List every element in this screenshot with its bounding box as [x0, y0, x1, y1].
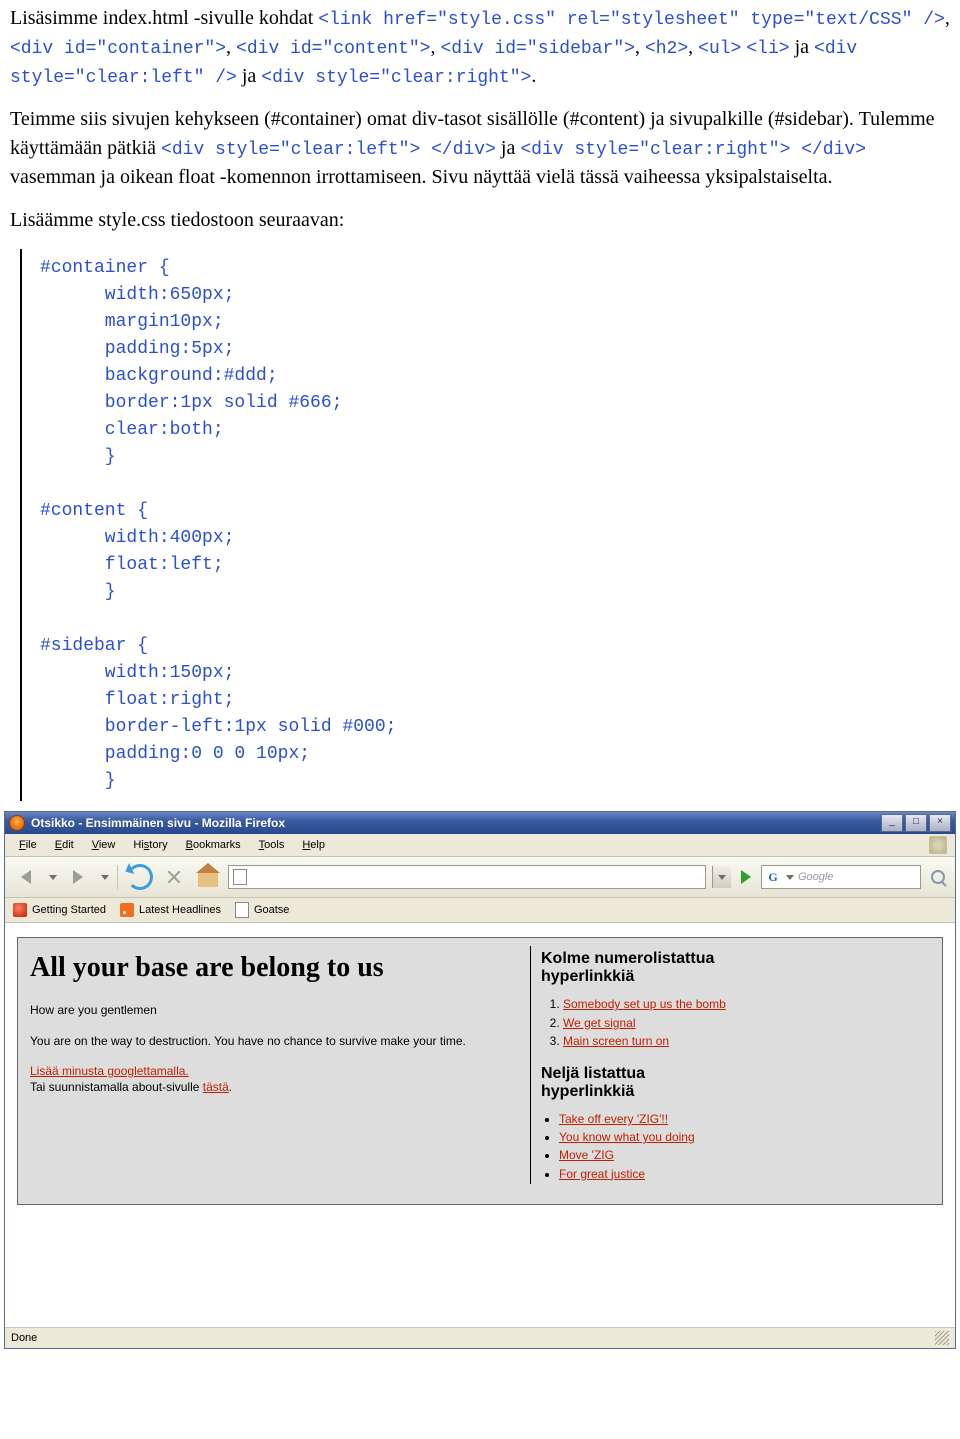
search-placeholder: Google	[798, 871, 833, 883]
sidebar-link[interactable]: For great justice	[559, 1167, 645, 1181]
search-engine-dropdown[interactable]	[786, 875, 794, 880]
sidebar-heading-2: Neljä listattua hyperlinkkiä	[541, 1065, 741, 1101]
paragraph-1: Lisäsimme index.html -sivulle kohdat <li…	[10, 4, 950, 91]
menu-bookmarks[interactable]: Bookmarks	[178, 837, 249, 853]
rss-icon	[120, 903, 134, 917]
content-div: All your base are belong to us How are y…	[30, 946, 530, 1183]
css-code-block: #container { width:650px; margin10px; pa…	[20, 249, 950, 801]
home-icon	[198, 873, 218, 887]
bookmark-icon	[13, 903, 27, 917]
sidebar-link[interactable]: Take off every 'ZIG'!!	[559, 1112, 668, 1126]
list-item: Main screen turn on	[563, 1033, 741, 1049]
sidebar-link[interactable]: We get signal	[563, 1016, 636, 1030]
firefox-icon	[9, 815, 25, 831]
menu-view[interactable]: View	[84, 837, 124, 853]
sidebar-heading-1: Kolme numerolistattua hyperlinkkiä	[541, 950, 741, 986]
list-item: For great justice	[559, 1166, 741, 1182]
sidebar-div: Kolme numerolistattua hyperlinkkiä Someb…	[530, 946, 741, 1183]
bookmarks-toolbar: Getting Started Latest Headlines Goatse	[5, 898, 955, 923]
stop-icon	[166, 869, 182, 885]
window-titlebar: Otsikko - Ensimmäinen sivu - Mozilla Fir…	[5, 812, 955, 834]
paragraph-3: Lisäämme style.css tiedostoon seuraavan:	[10, 206, 950, 235]
sidebar-link[interactable]: Move 'ZIG	[559, 1148, 614, 1162]
sidebar-link[interactable]: You know what you doing	[559, 1130, 695, 1144]
menu-edit[interactable]: Edit	[47, 837, 82, 853]
arrow-right-icon	[73, 870, 83, 884]
sidebar-ol: Somebody set up us the bomb We get signa…	[563, 996, 741, 1049]
sidebar-link[interactable]: Main screen turn on	[563, 1034, 669, 1048]
page-icon	[233, 869, 247, 885]
reload-button[interactable]	[126, 863, 154, 891]
list-item: Take off every 'ZIG'!!	[559, 1111, 741, 1127]
resize-grip-icon[interactable]	[935, 1331, 949, 1345]
back-button[interactable]	[11, 862, 41, 892]
bookmark-goatse[interactable]: Goatse	[235, 902, 289, 918]
home-button[interactable]	[194, 863, 222, 891]
minimize-button[interactable]: _	[881, 814, 903, 832]
list-item: You know what you doing	[559, 1129, 741, 1145]
reload-icon	[127, 864, 153, 890]
navigation-toolbar: G Google	[5, 857, 955, 898]
list-item: Somebody set up us the bomb	[563, 996, 741, 1012]
maximize-button[interactable]: □	[905, 814, 927, 832]
document-body: Lisäsimme index.html -sivulle kohdat <li…	[0, 0, 960, 801]
magnifier-icon	[931, 870, 945, 884]
content-p1: How are you gentlemen	[30, 1002, 520, 1018]
menu-history[interactable]: History	[125, 837, 175, 853]
status-bar: Done	[5, 1327, 955, 1348]
sidebar-ul: Take off every 'ZIG'!! You know what you…	[559, 1111, 741, 1182]
back-dropdown[interactable]	[49, 875, 57, 880]
close-button[interactable]: ×	[929, 814, 951, 832]
list-item: We get signal	[563, 1015, 741, 1031]
content-p2: You are on the way to destruction. You h…	[30, 1033, 520, 1049]
content-link-1[interactable]: Lisää minusta googlettamalla.	[30, 1064, 189, 1078]
menu-help[interactable]: Help	[294, 837, 333, 853]
stop-button[interactable]	[160, 863, 188, 891]
status-text: Done	[11, 1332, 37, 1344]
menu-file[interactable]: File	[11, 837, 45, 853]
menu-tools[interactable]: Tools	[251, 837, 293, 853]
list-item: Move 'ZIG	[559, 1147, 741, 1163]
page-heading: All your base are belong to us	[30, 952, 520, 984]
google-icon: G	[766, 870, 780, 884]
bookmark-latest-headlines[interactable]: Latest Headlines	[120, 903, 221, 917]
browser-content: All your base are belong to us How are y…	[5, 923, 955, 1327]
forward-dropdown[interactable]	[101, 875, 109, 880]
throbber-icon	[929, 836, 947, 854]
url-field[interactable]	[228, 865, 706, 889]
go-button[interactable]	[741, 870, 751, 884]
sidebar-link[interactable]: Somebody set up us the bomb	[563, 997, 726, 1011]
bookmark-getting-started[interactable]: Getting Started	[13, 903, 106, 917]
menubar: File Edit View History Bookmarks Tools H…	[5, 834, 955, 857]
window-title: Otsikko - Ensimmäinen sivu - Mozilla Fir…	[31, 816, 285, 830]
arrow-left-icon	[21, 870, 31, 884]
page-icon	[235, 902, 249, 918]
search-field[interactable]: G Google	[761, 865, 921, 889]
paragraph-2: Teimme siis sivujen kehykseen (#containe…	[10, 105, 950, 192]
code-inline: <link href="style.css" rel="stylesheet" …	[318, 10, 945, 30]
firefox-window: Otsikko - Ensimmäinen sivu - Mozilla Fir…	[4, 811, 956, 1349]
content-link-2[interactable]: tästä	[203, 1080, 229, 1094]
content-p3: Lisää minusta googlettamalla. Tai suunni…	[30, 1063, 520, 1095]
forward-button[interactable]	[63, 862, 93, 892]
container-div: All your base are belong to us How are y…	[17, 937, 943, 1204]
url-dropdown[interactable]	[712, 866, 731, 888]
search-go-button[interactable]	[927, 866, 949, 888]
